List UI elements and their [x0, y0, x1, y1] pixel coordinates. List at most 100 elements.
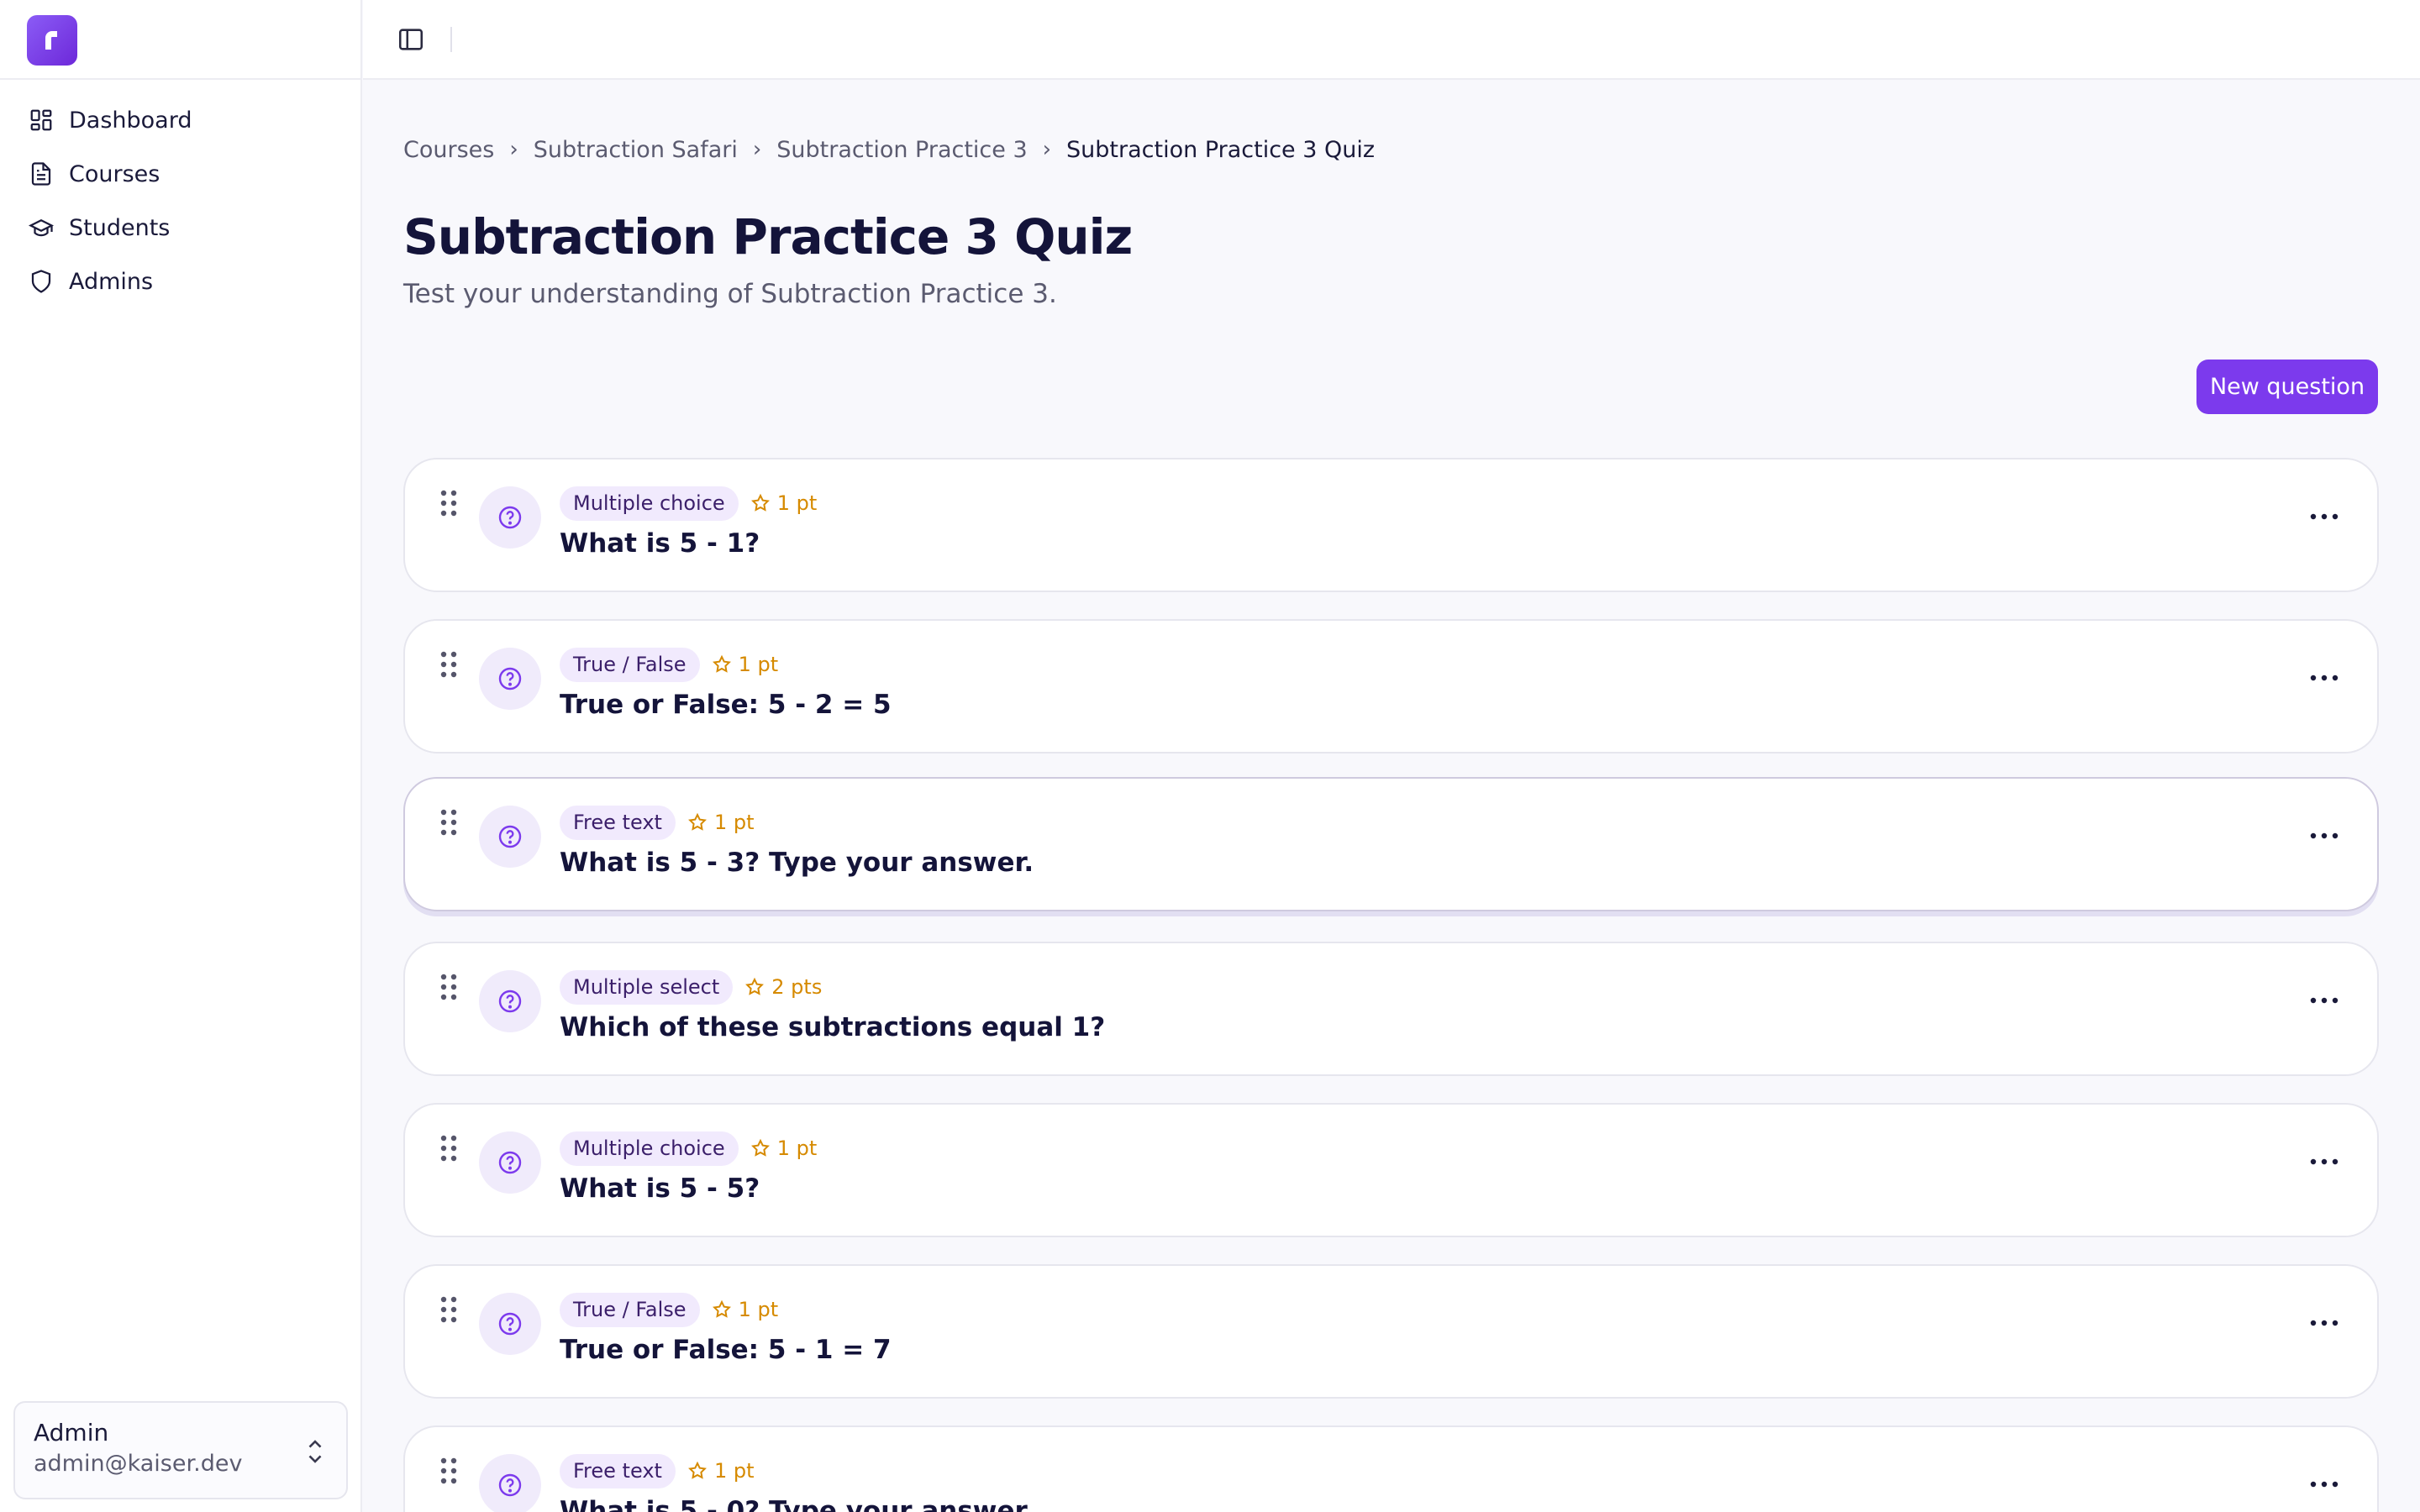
sidebar-item-students[interactable]: Students — [0, 201, 360, 255]
question-card[interactable]: Free text 1 pt What is 5 - 3? Type your … — [403, 777, 2379, 911]
drag-handle-icon[interactable] — [439, 1296, 459, 1323]
sidebar-item-label: Students — [69, 214, 171, 241]
star-icon — [687, 1462, 707, 1480]
points-value: 1 pt — [713, 811, 755, 835]
chevron-up-down-icon — [308, 1440, 322, 1463]
question-text: True or False: 5 - 2 = 5 — [560, 690, 892, 720]
question-card[interactable]: True / False 1 pt True or False: 5 - 2 =… — [403, 619, 2379, 753]
drag-handle-icon[interactable] — [439, 651, 459, 678]
drag-handle-icon[interactable] — [439, 1457, 459, 1484]
points-label: 1 pt — [687, 1459, 755, 1483]
dashboard-icon — [30, 109, 52, 131]
question-card[interactable]: True / False 1 pt True or False: 5 - 1 =… — [403, 1264, 2379, 1399]
drag-handle-icon[interactable] — [439, 1135, 459, 1162]
star-icon — [687, 813, 707, 832]
star-icon — [750, 494, 770, 512]
more-options-icon[interactable] — [2310, 512, 2338, 522]
divider — [450, 27, 452, 52]
question-text: What is 5 - 5? — [560, 1173, 760, 1204]
star-icon — [750, 1139, 770, 1158]
sidebar-toggle-icon[interactable] — [397, 25, 425, 54]
question-text: What is 5 - 0? Type your answer. — [560, 1496, 1034, 1512]
question-icon-wrap — [479, 1293, 541, 1355]
sidebar-item-label: Admins — [69, 268, 154, 295]
question-type-badge: Multiple select — [560, 970, 734, 1005]
more-options-icon[interactable] — [2310, 673, 2338, 683]
help-circle-icon — [498, 1312, 522, 1336]
more-options-icon[interactable] — [2310, 1318, 2338, 1328]
question-text: Which of these subtractions equal 1? — [560, 1012, 1106, 1042]
new-question-button[interactable]: New question — [2196, 360, 2378, 414]
breadcrumb-current: Subtraction Practice 3 Quiz — [1066, 136, 1376, 163]
help-circle-icon — [498, 1473, 522, 1497]
more-options-icon[interactable] — [2310, 1157, 2338, 1167]
sidebar-nav: Dashboard Courses Students Admins — [0, 80, 360, 308]
more-options-icon[interactable] — [2310, 831, 2338, 841]
question-meta: Free text 1 pt — [560, 806, 754, 840]
drag-handle-icon[interactable] — [439, 809, 459, 836]
question-type-badge: True / False — [560, 1293, 700, 1327]
points-value: 1 pt — [776, 491, 818, 516]
sidebar: Dashboard Courses Students Admins Admin … — [0, 0, 362, 1512]
help-circle-icon — [498, 990, 522, 1013]
question-type-badge: Multiple choice — [560, 486, 739, 521]
question-text: True or False: 5 - 1 = 7 — [560, 1335, 892, 1365]
sidebar-item-courses[interactable]: Courses — [0, 147, 360, 201]
document-icon — [31, 162, 51, 186]
question-card[interactable]: Multiple choice 1 pt What is 5 - 5? — [403, 1103, 2379, 1237]
breadcrumb: Courses › Subtraction Safari › Subtracti… — [403, 133, 1375, 166]
question-text: What is 5 - 3? Type your answer. — [560, 848, 1034, 878]
points-label: 1 pt — [687, 811, 755, 835]
points-label: 1 pt — [750, 491, 818, 516]
app-logo[interactable] — [27, 15, 77, 66]
help-circle-icon — [498, 1151, 522, 1174]
more-options-icon[interactable] — [2310, 1479, 2338, 1489]
help-circle-icon — [498, 825, 522, 848]
points-label: 1 pt — [712, 1298, 779, 1322]
question-meta: Multiple select 2 pts — [560, 970, 822, 1005]
points-value: 1 pt — [738, 1298, 779, 1322]
help-circle-icon — [498, 667, 522, 690]
user-menu[interactable]: Admin admin@kaiser.dev — [13, 1401, 348, 1499]
chevron-right-icon: › — [752, 137, 762, 162]
question-text: What is 5 - 1? — [560, 528, 760, 559]
logo-icon — [45, 31, 57, 50]
question-type-badge: Free text — [560, 806, 676, 840]
question-meta: Multiple choice 1 pt — [560, 1131, 817, 1166]
breadcrumb-lesson[interactable]: Subtraction Practice 3 — [776, 137, 1027, 163]
breadcrumb-course[interactable]: Subtraction Safari — [534, 137, 738, 163]
sidebar-item-dashboard[interactable]: Dashboard — [0, 93, 360, 147]
points-label: 1 pt — [712, 653, 778, 676]
question-type-badge: Free text — [560, 1454, 676, 1488]
star-icon — [712, 655, 731, 674]
question-type-badge: Multiple choice — [560, 1131, 739, 1166]
shield-icon — [31, 270, 51, 293]
page-subtitle: Test your understanding of Subtraction P… — [403, 279, 1057, 309]
question-meta: True / False 1 pt — [560, 648, 778, 682]
sidebar-item-admins[interactable]: Admins — [0, 255, 360, 308]
question-card[interactable]: Free text 1 pt What is 5 - 0? Type your … — [403, 1425, 2379, 1512]
question-meta: Free text 1 pt — [560, 1454, 754, 1488]
drag-handle-icon[interactable] — [439, 490, 459, 517]
question-icon-wrap — [479, 970, 541, 1032]
help-circle-icon — [498, 506, 522, 529]
points-label: 2 pts — [744, 975, 822, 999]
top-bar — [363, 0, 2420, 80]
question-type-badge: True / False — [560, 648, 700, 682]
more-options-icon[interactable] — [2310, 995, 2338, 1005]
points-value: 1 pt — [776, 1137, 818, 1161]
logo-row — [0, 0, 360, 80]
question-card[interactable]: Multiple choice 1 pt What is 5 - 1? — [403, 458, 2379, 592]
points-value: 2 pts — [771, 975, 823, 1000]
sidebar-item-label: Courses — [69, 160, 160, 187]
breadcrumb-courses[interactable]: Courses — [403, 137, 494, 163]
drag-handle-icon[interactable] — [439, 974, 459, 1000]
question-meta: Multiple choice 1 pt — [560, 486, 817, 521]
question-meta: True / False 1 pt — [560, 1293, 778, 1327]
star-icon — [712, 1300, 731, 1319]
question-icon-wrap — [479, 806, 541, 868]
points-value: 1 pt — [713, 1459, 755, 1483]
question-card[interactable]: Multiple select 2 pts Which of these sub… — [403, 942, 2379, 1076]
user-name: Admin — [34, 1419, 109, 1446]
chevron-right-icon: › — [1042, 137, 1052, 162]
